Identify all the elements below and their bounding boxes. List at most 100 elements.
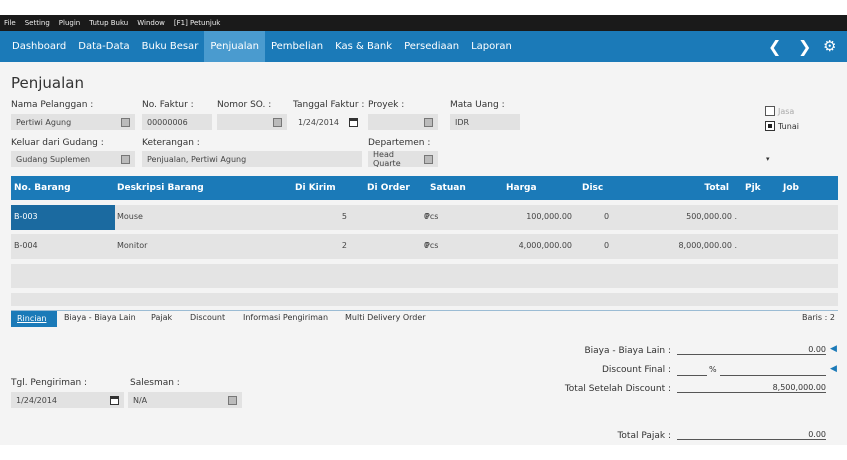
keterangan-value: Penjualan, Pertiwi Agung bbox=[147, 154, 247, 164]
jasa-label: Jasa bbox=[778, 106, 795, 116]
biaya-lain-label: Biaya - Biaya Lain : bbox=[584, 346, 671, 356]
cell-di-kirim: 2 bbox=[341, 241, 347, 250]
tab-multi-delivery-order[interactable]: Multi Delivery Order bbox=[345, 313, 426, 322]
tanggal-faktur-value: 1/24/2014 bbox=[298, 117, 340, 127]
tab-pajak[interactable]: Pajak bbox=[151, 313, 172, 322]
cell-disc: 0 bbox=[604, 212, 610, 221]
gudang-value: Gudang Suplemen bbox=[16, 154, 91, 164]
checkbox-checked-icon bbox=[765, 121, 775, 131]
tanggal-faktur-field[interactable]: 1/24/2014 bbox=[293, 114, 363, 130]
tgl-pengiriman-label: Tgl. Pengiriman : bbox=[11, 378, 88, 388]
checkbox-icon bbox=[765, 106, 775, 116]
gudang-field[interactable]: Gudang Suplemen bbox=[11, 151, 135, 167]
col-total: Total bbox=[704, 183, 729, 193]
lookup-icon[interactable] bbox=[121, 117, 130, 127]
nav-data-data[interactable]: Data-Data bbox=[72, 31, 135, 62]
mata-uang-value: IDR bbox=[455, 117, 470, 127]
col-satuan: Satuan bbox=[430, 183, 466, 193]
menu-tutup-buku[interactable]: Tutup Buku bbox=[89, 19, 128, 27]
page-title: Penjualan bbox=[11, 74, 84, 92]
menu-window[interactable]: Window bbox=[137, 19, 165, 27]
salesman-field[interactable]: N/A bbox=[128, 392, 242, 408]
nama-pelanggan-label: Nama Pelanggan : bbox=[11, 100, 94, 110]
menu-bar: File Setting Plugin Tutup Buku Window [F… bbox=[0, 15, 847, 31]
nav-dashboard[interactable]: Dashboard bbox=[6, 31, 72, 62]
keterangan-field[interactable]: Penjualan, Pertiwi Agung bbox=[142, 151, 362, 167]
table-row-empty[interactable] bbox=[11, 293, 838, 306]
proyek-label: Proyek : bbox=[368, 100, 405, 110]
dropdown-arrow-icon[interactable]: ▾ bbox=[766, 155, 770, 163]
lookup-icon[interactable] bbox=[121, 154, 130, 164]
jasa-checkbox[interactable]: Jasa bbox=[765, 106, 794, 116]
cell-satuan: Pcs bbox=[425, 212, 439, 221]
cell-total: 8,000,000.00 . bbox=[678, 241, 737, 250]
back-icon[interactable]: ❮ bbox=[768, 37, 781, 56]
col-di-kirim: Di Kirim bbox=[295, 183, 336, 193]
proyek-field[interactable] bbox=[368, 114, 438, 130]
nav-kas-bank[interactable]: Kas & Bank bbox=[329, 31, 398, 62]
lookup-icon[interactable] bbox=[273, 117, 282, 127]
table-row[interactable]: B-003 Mouse 5 0 Pcs 100,000.00 0 500,000… bbox=[11, 205, 838, 230]
total-pajak-value: 0.00 bbox=[677, 430, 826, 440]
discount-pct-input[interactable] bbox=[677, 365, 707, 376]
cell-no-barang: B-003 bbox=[14, 212, 38, 221]
nomor-so-label: Nomor SO. : bbox=[217, 100, 272, 110]
biaya-lain-value[interactable]: 0.00 bbox=[677, 345, 826, 355]
tab-biaya-lain[interactable]: Biaya - Biaya Lain bbox=[64, 313, 136, 322]
tgl-pengiriman-field[interactable]: 1/24/2014 bbox=[11, 392, 124, 408]
cell-satuan: Pcs bbox=[425, 241, 439, 250]
nav-persediaan[interactable]: Persediaan bbox=[398, 31, 465, 62]
cell-harga: 100,000.00 bbox=[526, 212, 572, 221]
nama-pelanggan-value: Pertiwi Agung bbox=[16, 117, 72, 127]
cell-di-kirim: 5 bbox=[341, 212, 347, 221]
total-pajak-label: Total Pajak : bbox=[617, 431, 671, 441]
cell-total: 500,000.00 . bbox=[686, 212, 737, 221]
forward-icon[interactable]: ❯ bbox=[798, 37, 811, 56]
expand-arrow-icon[interactable]: ◀ bbox=[830, 364, 837, 374]
table-row-empty[interactable] bbox=[11, 264, 838, 288]
tunai-label: Tunai bbox=[778, 121, 799, 131]
baris-count: Baris : 2 bbox=[802, 313, 835, 322]
calendar-icon[interactable] bbox=[349, 117, 358, 127]
mata-uang-label: Mata Uang : bbox=[450, 100, 505, 110]
cell-disc: 0 bbox=[604, 241, 610, 250]
nav-laporan[interactable]: Laporan bbox=[465, 31, 518, 62]
lookup-icon[interactable] bbox=[424, 154, 433, 164]
col-deskripsi: Deskripsi Barang bbox=[117, 183, 204, 193]
expand-arrow-icon[interactable]: ◀ bbox=[830, 344, 837, 354]
departemen-field[interactable]: Head Quarte bbox=[368, 150, 438, 168]
nama-pelanggan-field[interactable]: Pertiwi Agung bbox=[11, 114, 135, 130]
table-header: No. Barang Deskripsi Barang Di Kirim Di … bbox=[11, 176, 838, 200]
menu-setting[interactable]: Setting bbox=[25, 19, 50, 27]
col-di-order: Di Order bbox=[367, 183, 410, 193]
departemen-label: Departemen : bbox=[368, 138, 431, 148]
salesman-label: Salesman : bbox=[130, 378, 180, 388]
nav-penjualan[interactable]: Penjualan bbox=[204, 31, 265, 62]
tab-informasi-pengiriman[interactable]: Informasi Pengiriman bbox=[243, 313, 328, 322]
calendar-icon[interactable] bbox=[110, 395, 119, 405]
cell-harga: 4,000,000.00 bbox=[518, 241, 572, 250]
menu-plugin[interactable]: Plugin bbox=[59, 19, 80, 27]
mata-uang-field[interactable]: IDR bbox=[450, 114, 520, 130]
lookup-icon[interactable] bbox=[424, 117, 433, 127]
cell-deskripsi: Monitor bbox=[117, 241, 148, 250]
no-faktur-value: 00000006 bbox=[147, 117, 188, 127]
table-row[interactable]: B-004 Monitor 2 0 Pcs 4,000,000.00 0 8,0… bbox=[11, 234, 838, 259]
col-pjk: Pjk bbox=[745, 183, 761, 193]
nav-buku-besar[interactable]: Buku Besar bbox=[136, 31, 205, 62]
nav-pembelian[interactable]: Pembelian bbox=[265, 31, 329, 62]
lookup-icon[interactable] bbox=[228, 395, 237, 405]
no-faktur-field[interactable]: 00000006 bbox=[142, 114, 212, 130]
discount-amount-input[interactable] bbox=[720, 365, 826, 376]
departemen-value: Head Quarte bbox=[373, 150, 401, 168]
tab-discount[interactable]: Discount bbox=[190, 313, 225, 322]
gear-icon[interactable]: ⚙ bbox=[823, 37, 836, 55]
col-job: Job bbox=[783, 183, 799, 193]
tab-rincian[interactable]: Rincian bbox=[11, 311, 57, 327]
menu-file[interactable]: File bbox=[4, 19, 16, 27]
menu-petunjuk[interactable]: [F1] Petunjuk bbox=[174, 19, 221, 27]
nomor-so-field[interactable] bbox=[217, 114, 287, 130]
gudang-label: Keluar dari Gudang : bbox=[11, 138, 104, 148]
col-harga: Harga bbox=[506, 183, 537, 193]
tunai-checkbox[interactable]: Tunai bbox=[765, 121, 799, 131]
